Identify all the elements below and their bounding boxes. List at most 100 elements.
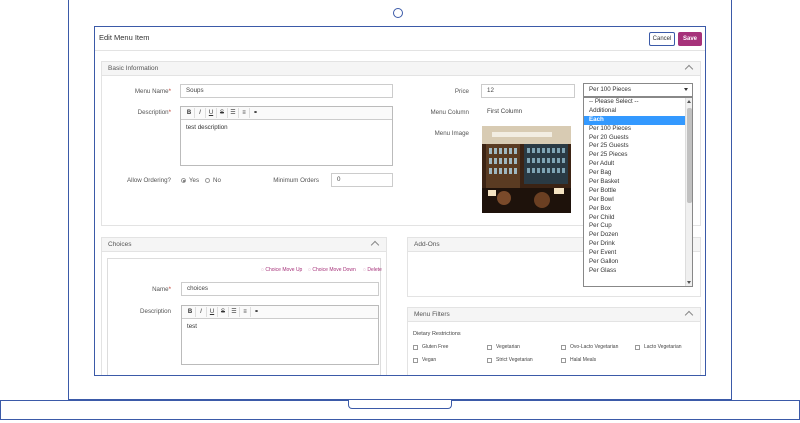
choices-header[interactable]: Choices	[102, 238, 386, 252]
addons-title: Add-Ons	[414, 241, 440, 248]
choice-move-up-link[interactable]: ◌ Choice Move Up	[261, 267, 302, 273]
option-please-select[interactable]: -- Please Select --	[584, 98, 686, 107]
gluten-free-checkbox[interactable]	[413, 345, 418, 350]
strikethrough-icon[interactable]: S	[218, 307, 229, 317]
strict-vegetarian-checkbox[interactable]	[487, 358, 492, 363]
cancel-button[interactable]: Cancel	[649, 32, 675, 46]
editor-toolbar: B I U S ☰ ≡ ⚭	[181, 107, 392, 120]
menu-filters-panel: Menu Filters	[407, 307, 701, 375]
chevron-up-icon[interactable]	[684, 64, 694, 74]
menu-column-select[interactable]: First Column	[481, 105, 575, 119]
chevron-down-icon[interactable]	[684, 88, 688, 91]
option-each[interactable]: Each	[584, 115, 686, 125]
choice-name-input[interactable]: choices	[181, 282, 379, 296]
option-per-bottle[interactable]: Per Bottle	[584, 187, 686, 196]
option-per-glass[interactable]: Per Glass	[584, 267, 686, 276]
halal-meals-label: Halal Meals	[570, 357, 597, 363]
bullet-list-icon[interactable]: ☰	[229, 307, 240, 317]
scroll-thumb[interactable]	[687, 108, 692, 203]
description-text[interactable]: test description	[181, 120, 392, 135]
page-title: Edit Menu Item	[99, 33, 150, 42]
page-header: Edit Menu Item Cancel Save	[95, 27, 705, 51]
option-per-event[interactable]: Per Event	[584, 249, 686, 258]
price-unit-options: -- Please Select -- Additional Each Per …	[584, 98, 686, 276]
basic-info-header[interactable]: Basic Information	[102, 62, 700, 76]
ovo-lacto-vegetarian-checkbox[interactable]	[561, 345, 566, 350]
vegetarian-checkbox[interactable]	[487, 345, 492, 350]
editor-toolbar: B I U S ☰ ≡ ⚭	[182, 306, 378, 319]
scroll-down-icon[interactable]	[687, 281, 691, 284]
scroll-up-icon[interactable]	[687, 100, 691, 103]
vegan-checkbox[interactable]	[413, 358, 418, 363]
price-input[interactable]: 12	[481, 84, 575, 98]
option-per-25-guests[interactable]: Per 25 Guests	[584, 142, 686, 151]
lacto-vegetarian-checkbox[interactable]	[635, 345, 640, 350]
vegan-label: Vegan	[422, 357, 437, 363]
option-per-bag[interactable]: Per Bag	[584, 169, 686, 178]
choice-description-editor[interactable]: B I U S ☰ ≡ ⚭ test	[181, 305, 379, 365]
save-button[interactable]: Save	[678, 32, 702, 46]
option-per-25-pieces[interactable]: Per 25 Pieces	[584, 151, 686, 160]
link-icon[interactable]: ⚭	[250, 108, 261, 118]
menu-column-label: Menu Column	[430, 109, 469, 116]
option-additional[interactable]: Additional	[584, 107, 686, 116]
choice-delete-link[interactable]: ◌ Delete	[363, 267, 382, 273]
price-unit-select[interactable]: Per 100 Pieces	[583, 83, 693, 97]
option-per-adult[interactable]: Per Adult	[584, 160, 686, 169]
choice-move-down-link[interactable]: ◌ Choice Move Down	[308, 267, 356, 273]
no-radio[interactable]	[205, 178, 210, 183]
chevron-up-icon[interactable]	[684, 310, 694, 320]
choices-title: Choices	[108, 241, 132, 248]
choice-name-label: Name*	[152, 286, 171, 293]
bold-icon[interactable]: B	[185, 307, 196, 317]
menu-image-label: Menu Image	[434, 130, 469, 137]
option-per-box[interactable]: Per Box	[584, 205, 686, 214]
choice-description-label: Description	[140, 308, 171, 315]
underline-icon[interactable]: U	[206, 108, 217, 118]
strikethrough-icon[interactable]: S	[217, 108, 228, 118]
link-icon[interactable]: ⚭	[251, 307, 262, 317]
menu-name-label: Menu Name*	[134, 88, 171, 95]
min-orders-label: Minimum Orders	[273, 177, 319, 184]
option-per-20-guests[interactable]: Per 20 Guests	[584, 134, 686, 143]
italic-icon[interactable]: I	[196, 307, 207, 317]
menu-name-input[interactable]: Soups	[180, 84, 393, 98]
laptop-notch	[348, 400, 452, 409]
numbered-list-icon[interactable]: ≡	[240, 307, 251, 317]
description-label: Description*	[137, 109, 171, 116]
underline-icon[interactable]: U	[207, 307, 218, 317]
allow-ordering-label: Allow Ordering?	[126, 177, 171, 184]
bullet-list-icon[interactable]: ☰	[228, 108, 239, 118]
numbered-list-icon[interactable]: ≡	[239, 108, 250, 118]
description-editor[interactable]: B I U S ☰ ≡ ⚭ test description	[180, 106, 393, 166]
option-per-drink[interactable]: Per Drink	[584, 240, 686, 249]
menu-image-thumbnail[interactable]	[482, 126, 571, 213]
menu-filters-header[interactable]: Menu Filters	[408, 308, 700, 322]
lacto-vegetarian-label: Lacto Vegetarian	[644, 344, 682, 350]
chevron-up-icon[interactable]	[370, 240, 380, 250]
min-orders-input[interactable]: 0	[331, 173, 393, 187]
italic-icon[interactable]: I	[195, 108, 206, 118]
option-per-basket[interactable]: Per Basket	[584, 178, 686, 187]
choice-description-text[interactable]: test	[182, 319, 378, 334]
gluten-free-label: Gluten Free	[422, 344, 449, 350]
halal-meals-checkbox[interactable]	[561, 358, 566, 363]
option-per-bowl[interactable]: Per Bowl	[584, 196, 686, 205]
basic-info-title: Basic Information	[108, 65, 159, 72]
option-per-dozen[interactable]: Per Dozen	[584, 231, 686, 240]
yes-radio[interactable]	[181, 178, 186, 183]
option-per-cup[interactable]: Per Cup	[584, 222, 686, 231]
app-screen: Edit Menu Item Cancel Save Basic Informa…	[94, 26, 706, 376]
dietary-restrictions-label: Dietary Restrictions	[413, 331, 461, 337]
price-unit-dropdown[interactable]: -- Please Select -- Additional Each Per …	[583, 97, 693, 287]
menu-filters-title: Menu Filters	[414, 311, 450, 318]
option-per-child[interactable]: Per Child	[584, 214, 686, 223]
option-per-gallon[interactable]: Per Gallon	[584, 258, 686, 267]
bold-icon[interactable]: B	[184, 108, 195, 118]
no-label: No	[213, 177, 221, 184]
camera-icon	[393, 8, 403, 18]
dropdown-scrollbar[interactable]	[685, 98, 692, 286]
vegetarian-label: Vegetarian	[496, 344, 520, 350]
option-per-100-pieces[interactable]: Per 100 Pieces	[584, 125, 686, 134]
price-label: Price	[454, 88, 469, 95]
